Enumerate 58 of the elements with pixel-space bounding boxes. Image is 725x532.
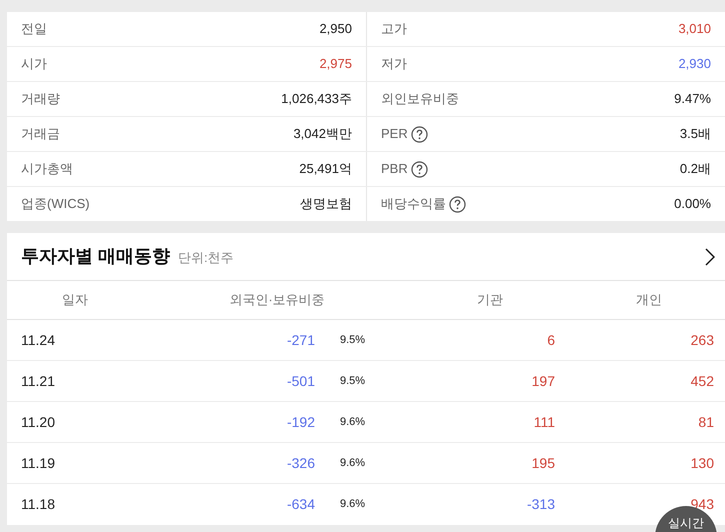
field-value: 9.47% [674, 90, 711, 108]
ratio-cell-text: 9.5% [339, 332, 366, 348]
field-value: 2,975 [319, 55, 352, 74]
field-label: 거래금 [21, 125, 60, 144]
column-header: 기관 [476, 291, 504, 310]
field-label: 외인보유비중 [381, 90, 459, 108]
institution-cell-text: 111 [532, 412, 555, 432]
field-value: 1,026,433주 [281, 90, 352, 108]
field-label: 거래량 [21, 90, 60, 108]
help-icon[interactable] [410, 160, 428, 178]
column-header: 일자 [61, 291, 89, 310]
individual-cell-text: 263 [690, 330, 714, 350]
column-header: 개인 [635, 291, 663, 310]
field-value: 3,042백만 [293, 125, 352, 144]
field-label: 시가 [21, 55, 47, 74]
field-label: 업종(WICS) [21, 195, 90, 214]
field-value: 0.00% [674, 195, 711, 214]
column-header: 외국인·보유비중 [228, 291, 326, 310]
individual-cell-text: 452 [690, 372, 714, 390]
field-value: 생명보험 [300, 195, 352, 214]
institution-cell-text: 197 [530, 372, 555, 390]
section-title: 투자자별 매매동향 [21, 245, 170, 268]
individual-cell-text: 81 [697, 412, 714, 432]
field-value: 25,491억 [299, 160, 352, 178]
field-value: 3,010 [678, 20, 711, 38]
individual-cell-text: 130 [690, 454, 714, 472]
field-value: 2,930 [678, 55, 711, 74]
field-label: PER [381, 125, 408, 144]
date-cell-text: 11.24 [21, 330, 56, 350]
unit-label: 단위:천주 [178, 249, 234, 267]
field-label: 저가 [381, 55, 407, 74]
ratio-cell-text: 9.6% [339, 414, 366, 430]
foreign-cell-text: -192 [286, 412, 315, 432]
ratio-cell-text: 9.5% [339, 374, 366, 389]
field-value: 3.5배 [680, 125, 711, 144]
date-cell-text: 11.20 [21, 412, 56, 432]
date-cell-text: 11.19 [21, 454, 56, 472]
field-label: 고가 [381, 20, 407, 38]
institution-cell-text: 195 [530, 454, 555, 472]
field-label: 배당수익률 [381, 195, 446, 214]
chevron-right-icon[interactable] [705, 248, 715, 266]
institution-cell-text: -313 [526, 495, 555, 514]
field-label: 전일 [21, 20, 47, 38]
field-label: 시가총액 [21, 160, 73, 178]
foreign-cell-text: -326 [286, 454, 315, 472]
foreign-cell-text: -634 [286, 495, 315, 514]
field-value: 0.2배 [680, 160, 711, 178]
foreign-cell-text: -501 [286, 372, 315, 390]
help-icon[interactable] [410, 126, 428, 142]
help-icon[interactable] [449, 196, 466, 212]
date-cell-text: 11.18 [21, 495, 56, 514]
field-value: 2,950 [319, 20, 352, 38]
field-label: PBR [381, 160, 408, 178]
ratio-cell-text: 9.6% [339, 497, 366, 512]
institution-cell-text: 6 [546, 330, 555, 350]
date-cell-text: 11.21 [21, 372, 56, 390]
foreign-cell-text: -271 [286, 330, 315, 350]
ratio-cell-text: 9.6% [339, 456, 366, 471]
